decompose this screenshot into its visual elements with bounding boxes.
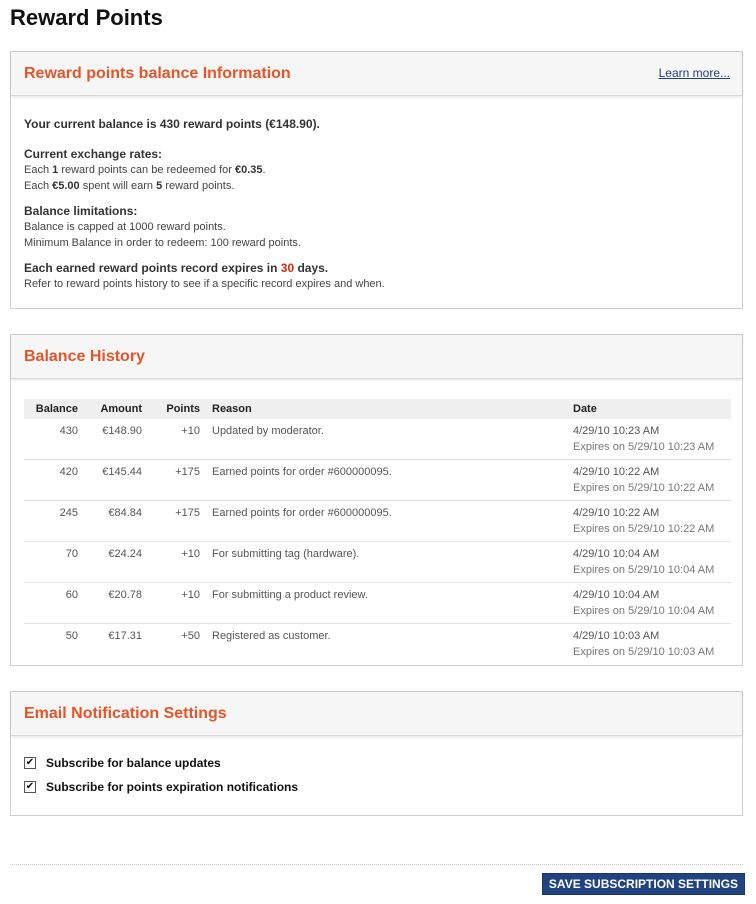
row-amount: €145.44 xyxy=(84,459,148,501)
minimum-balance-text: Minimum Balance in order to redeem: 100 … xyxy=(24,237,301,249)
row-date-cell: 4/29/10 10:22 AM Expires on 5/29/10 10:22… xyxy=(567,459,731,501)
balance-info-title: Reward points balance Information xyxy=(24,65,291,82)
row-date-cell: 4/29/10 10:23 AM Expires on 5/29/10 10:23… xyxy=(567,419,731,460)
expiration-days: 30 xyxy=(280,261,295,275)
col-points: Points xyxy=(148,399,206,419)
row-amount: €20.78 xyxy=(84,582,148,624)
row-balance: 70 xyxy=(24,541,84,583)
row-date: 4/29/10 10:03 AM xyxy=(573,630,660,642)
balance-limitations-block: Balance limitations: Balance is capped a… xyxy=(24,203,729,251)
exchange-rates-block: Current exchange rates: Each 1 reward po… xyxy=(24,146,729,194)
row-amount: €24.24 xyxy=(84,541,148,583)
subscribe-expiration-row[interactable]: ✔ Subscribe for points expiration notifi… xyxy=(24,780,729,794)
row-reason: For submitting tag (hardware). xyxy=(206,541,567,583)
row-amount: €148.90 xyxy=(84,419,148,460)
row-date-cell: 4/29/10 10:04 AM Expires on 5/29/10 10:04… xyxy=(567,582,731,624)
footer-divider xyxy=(10,864,743,865)
exchange-rates-heading: Current exchange rates: xyxy=(24,147,163,161)
row-expires: Expires on 5/29/10 10:03 AM xyxy=(573,646,715,658)
balance-info-header: Reward points balance Information Learn … xyxy=(11,52,742,96)
subscribe-expiration-checkbox[interactable]: ✔ xyxy=(24,781,36,793)
email-settings-header: Email Notification Settings xyxy=(11,692,742,736)
page-title: Reward Points xyxy=(10,5,163,30)
table-row: 430 €148.90 +10 Updated by moderator. 4/29/1… xyxy=(24,419,731,460)
row-date-cell: 4/29/10 10:22 AM Expires on 5/29/10 10:22… xyxy=(567,500,731,542)
row-points: +175 xyxy=(148,459,206,501)
balance-info-body: Your current balance is 430 reward point… xyxy=(11,96,742,292)
row-balance: 60 xyxy=(24,582,84,624)
table-row: 420 €145.44 +175 Earned points for order #6… xyxy=(24,459,731,501)
subscribe-expiration-label: Subscribe for points expiration notifica… xyxy=(46,780,299,794)
col-reason: Reason xyxy=(206,399,567,419)
current-balance-text: Your current balance is 430 reward point… xyxy=(24,117,320,131)
save-subscription-button[interactable]: Save Subscription Settings xyxy=(542,873,745,895)
row-date: 4/29/10 10:22 AM xyxy=(573,507,660,519)
table-row: 60 €20.78 +10 For submitting a product revi… xyxy=(24,582,731,624)
balance-history-box: Balance History Balance Amount Points Re… xyxy=(10,334,743,666)
balance-history-header: Balance History xyxy=(11,335,742,379)
row-date: 4/29/10 10:22 AM xyxy=(573,466,660,478)
row-reason: Registered as customer. xyxy=(212,630,331,642)
table-row: 70 €24.24 +10 For submitting tag (hardware)… xyxy=(24,541,731,583)
row-date: 4/29/10 10:04 AM xyxy=(573,589,660,601)
row-date: 4/29/10 10:04 AM xyxy=(573,548,660,560)
row-reason: Updated by moderator. xyxy=(206,419,567,460)
learn-more-link[interactable]: Learn more... xyxy=(659,66,730,80)
balance-limitations-heading: Balance limitations: xyxy=(24,204,138,218)
row-reason: Earned points for order #600000095. xyxy=(206,459,567,501)
row-expires: Expires on 5/29/10 10:22 AM xyxy=(573,482,715,494)
row-reason: Earned points for order #600000095. xyxy=(206,500,567,542)
table-header-row: Balance Amount Points Reason Date xyxy=(24,399,731,419)
subscribe-balance-row[interactable]: ✔ Subscribe for balance updates xyxy=(24,756,729,770)
expiration-block: Each earned reward points record expires… xyxy=(24,260,729,292)
row-date-cell: 4/29/10 10:03 AM Expires on 5/29/10 10:03… xyxy=(567,624,731,665)
row-expires: Expires on 5/29/10 10:22 AM xyxy=(573,523,715,535)
row-points: +10 xyxy=(148,541,206,583)
row-points: +10 xyxy=(148,419,206,460)
row-balance: 245 xyxy=(24,500,84,542)
col-amount: Amount xyxy=(84,399,148,419)
row-expires: Expires on 5/29/10 10:04 AM xyxy=(573,605,715,617)
subscribe-balance-checkbox[interactable]: ✔ xyxy=(24,757,36,769)
row-date: 4/29/10 10:23 AM xyxy=(573,425,660,437)
exchange-rate-redeem: Each 1 reward points can be redeemed for… xyxy=(24,164,266,176)
balance-cap-text: Balance is capped at 1000 reward points. xyxy=(24,221,226,233)
row-points: +10 xyxy=(148,582,206,624)
col-date: Date xyxy=(567,399,731,419)
email-settings-title: Email Notification Settings xyxy=(24,705,227,722)
email-settings-box: Email Notification Settings ✔ Subscribe … xyxy=(10,691,743,816)
row-balance: 50 xyxy=(65,630,78,642)
expiration-note: Refer to reward points history to see if… xyxy=(24,278,385,290)
expiration-heading: Each earned reward points record expires… xyxy=(24,261,329,275)
subscribe-balance-label: Subscribe for balance updates xyxy=(46,756,221,770)
row-points: +50 xyxy=(181,630,200,642)
email-settings-body: ✔ Subscribe for balance updates ✔ Subscr… xyxy=(11,736,742,794)
balance-history-title: Balance History xyxy=(24,348,145,365)
table-row: 245 €84.84 +175 Earned points for order #60… xyxy=(24,500,731,542)
balance-history-table: Balance Amount Points Reason Date 430 €14… xyxy=(24,399,731,664)
col-balance: Balance xyxy=(24,399,84,419)
row-balance: 420 xyxy=(24,459,84,501)
row-expires: Expires on 5/29/10 10:23 AM xyxy=(573,441,715,453)
row-points: +175 xyxy=(148,500,206,542)
row-amount: €17.31 xyxy=(108,630,142,642)
row-balance: 430 xyxy=(24,419,84,460)
row-amount: €84.84 xyxy=(84,500,148,542)
row-date-cell: 4/29/10 10:04 AM Expires on 5/29/10 10:04… xyxy=(567,541,731,583)
balance-info-box: Reward points balance Information Learn … xyxy=(10,51,743,309)
exchange-rate-earn: Each €5.00 spent will earn 5 reward poin… xyxy=(24,180,235,192)
row-reason: For submitting a product review. xyxy=(206,582,567,624)
row-expires: Expires on 5/29/10 10:04 AM xyxy=(573,564,715,576)
table-row: 50 €17.31 +50 Registered as customer. 4/29/1… xyxy=(24,624,731,665)
